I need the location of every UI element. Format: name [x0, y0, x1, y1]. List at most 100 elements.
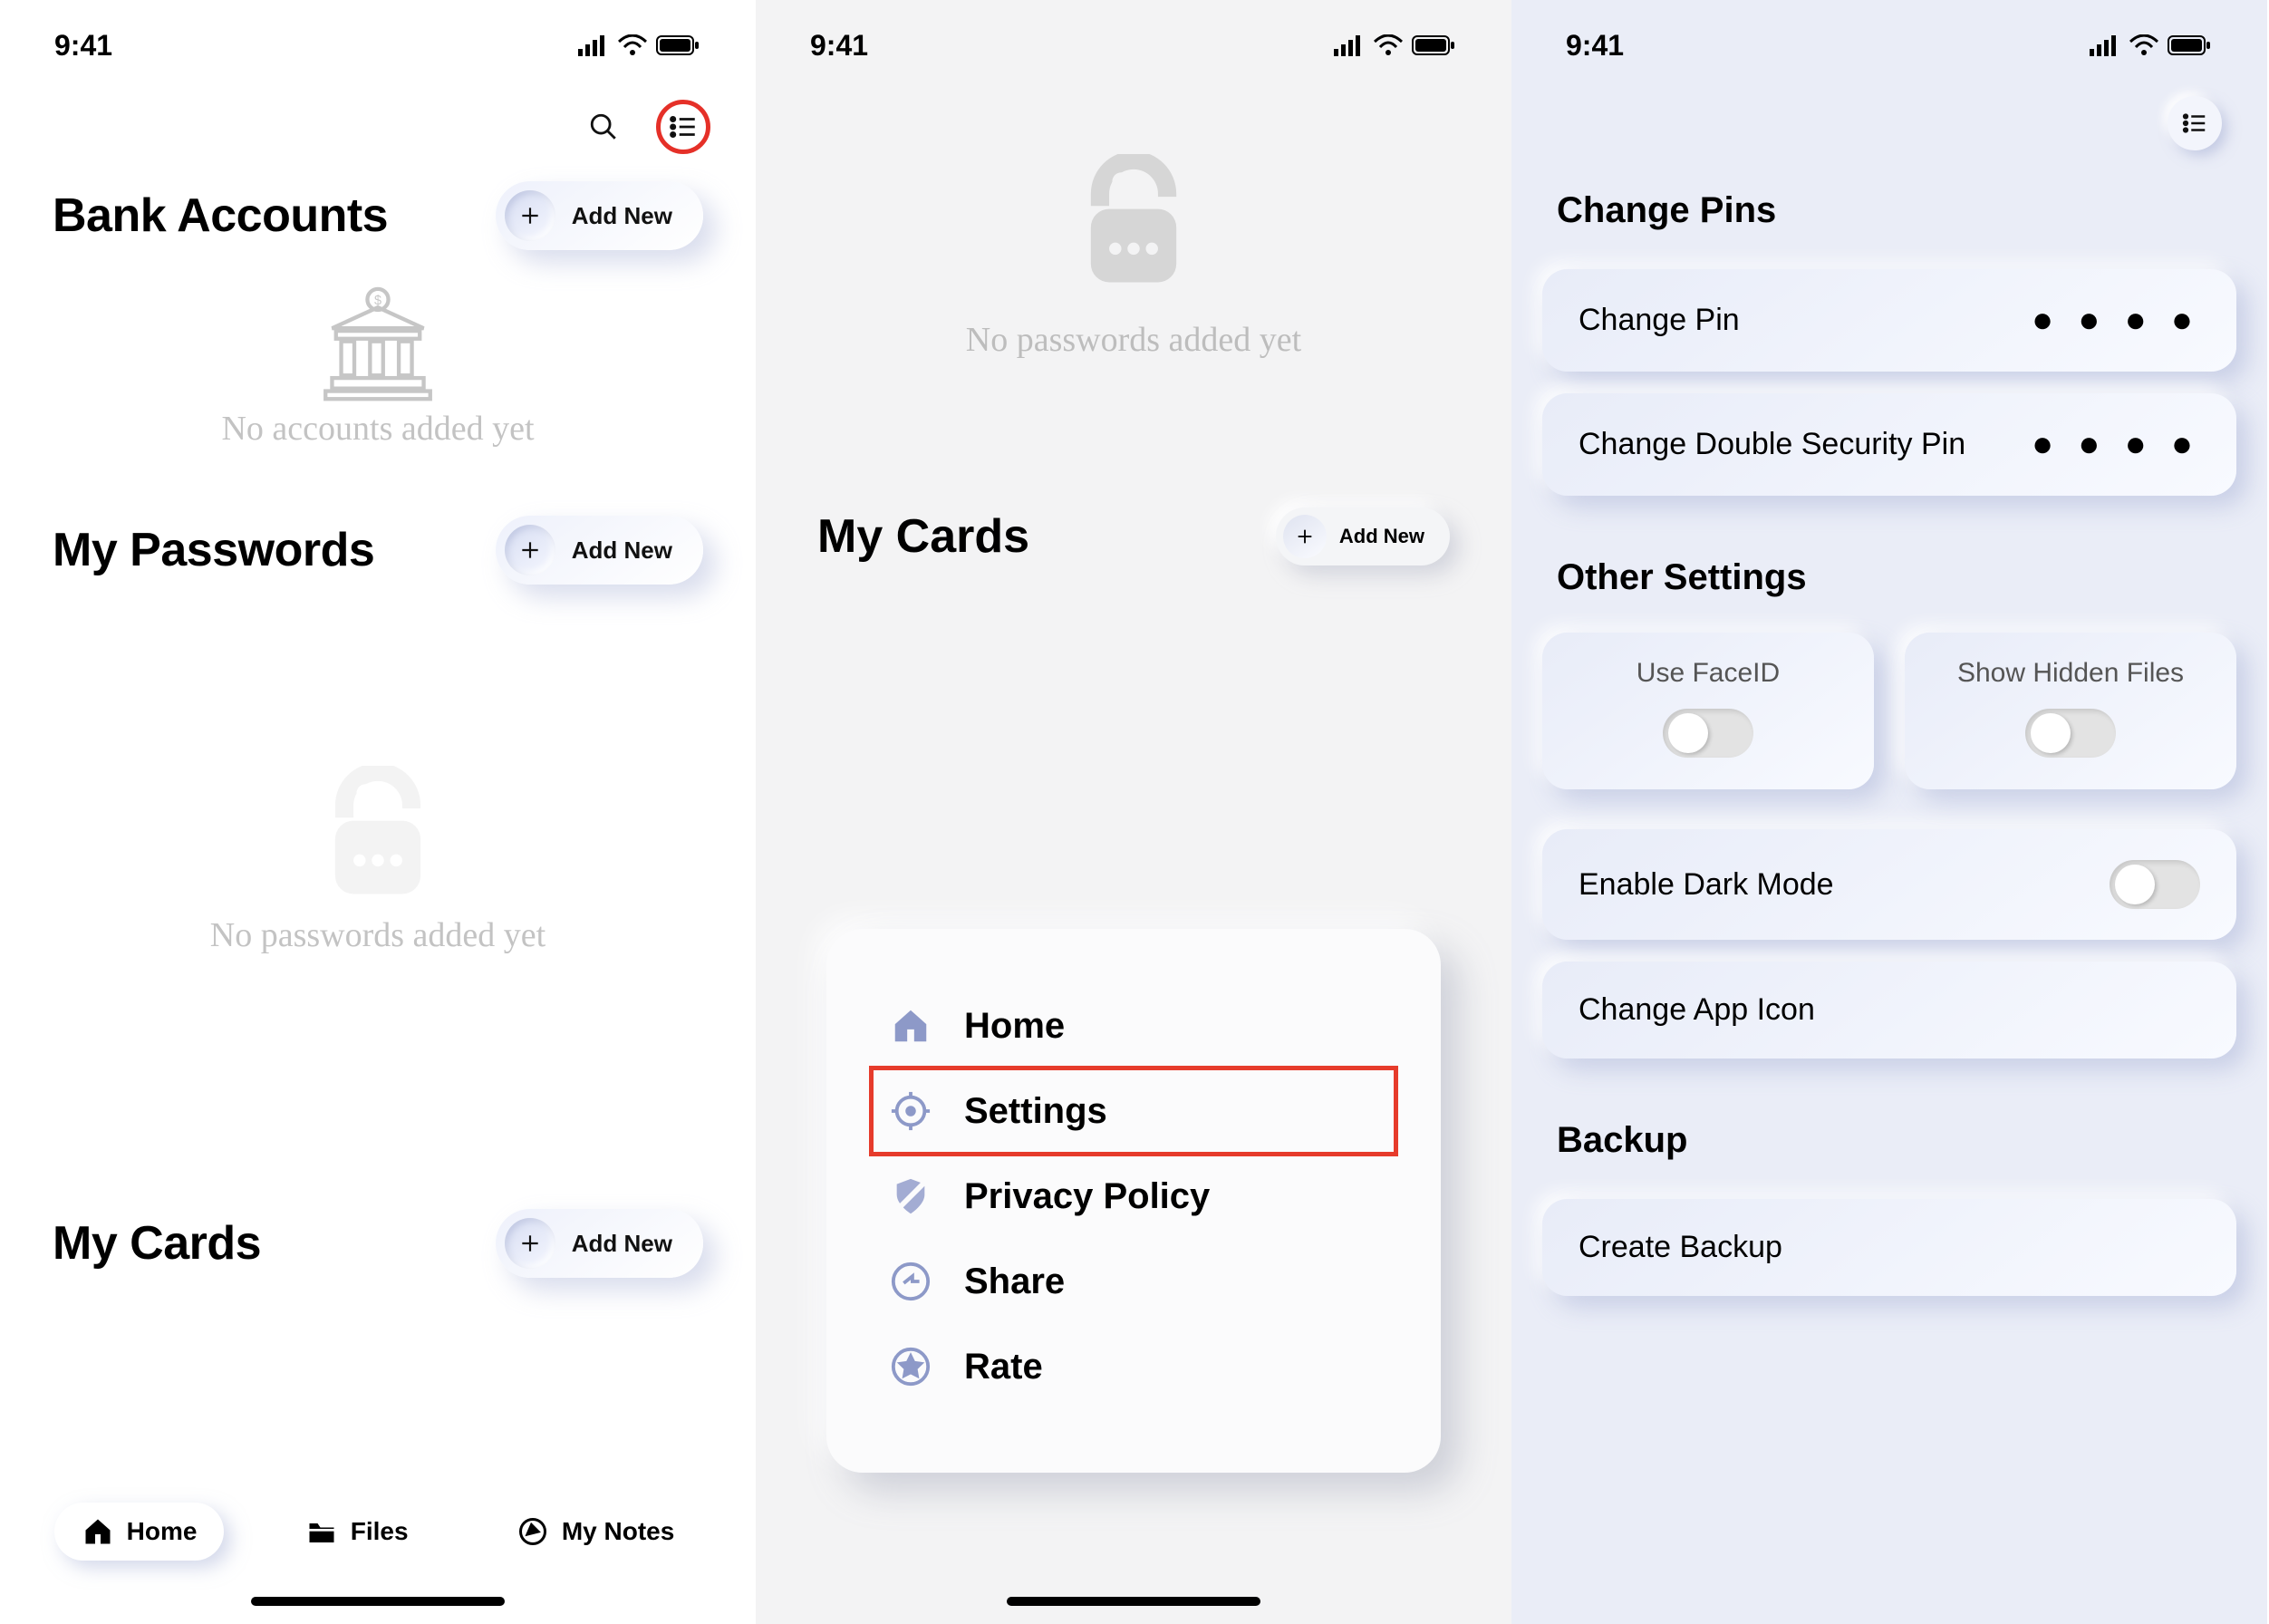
tab-label: Home — [127, 1517, 198, 1546]
status-indicators — [578, 34, 701, 56]
menu-label: Share — [964, 1262, 1065, 1302]
tab-notes[interactable]: My Notes — [489, 1503, 701, 1561]
gear-icon — [890, 1090, 932, 1132]
tab-label: My Notes — [562, 1517, 674, 1546]
add-label: Add New — [572, 202, 672, 230]
row-label: Enable Dark Mode — [1579, 867, 1834, 903]
section-passwords: My Passwords Add New — [0, 516, 756, 585]
menu-label: Privacy Policy — [964, 1176, 1210, 1217]
section-title-pins: Change Pins — [1511, 150, 2267, 247]
menu-share[interactable]: Share — [872, 1239, 1395, 1324]
status-time: 9:41 — [1566, 29, 1624, 63]
section-cards-bg: My Cards Add New — [756, 508, 1511, 566]
empty-passwords: No passwords added yet — [0, 585, 756, 982]
battery-icon — [2168, 34, 2213, 56]
tile-label: Show Hidden Files — [1923, 658, 2218, 689]
home-indicator — [1007, 1597, 1260, 1606]
section-cards: My Cards Add New — [0, 1209, 756, 1278]
menu-icon[interactable] — [2168, 96, 2222, 150]
menu-privacy[interactable]: Privacy Policy — [872, 1154, 1395, 1239]
star-icon — [890, 1346, 932, 1387]
status-bar: 9:41 — [0, 0, 756, 72]
menu-label: Rate — [964, 1347, 1043, 1387]
plus-icon — [505, 1218, 555, 1269]
status-bar: 9:41 — [1511, 0, 2267, 72]
empty-bank-text: No accounts added yet — [0, 409, 756, 449]
row-label: Change Double Security Pin — [1579, 427, 1965, 462]
row-app-icon[interactable]: Change App Icon — [1542, 962, 2236, 1058]
section-title-backup: Backup — [1511, 1080, 2267, 1177]
battery-icon — [656, 34, 701, 56]
wifi-icon — [618, 34, 647, 56]
notes-icon — [517, 1515, 549, 1548]
add-label: Add New — [572, 536, 672, 565]
dark-mode-toggle[interactable] — [2110, 860, 2200, 909]
wifi-icon — [1374, 34, 1403, 56]
menu-label: Home — [964, 1006, 1065, 1047]
section-title: My Passwords — [53, 523, 374, 577]
tile-label: Use FaceID — [1560, 658, 1856, 689]
tile-hidden-files[interactable]: Show Hidden Files — [1905, 633, 2236, 789]
tab-home[interactable]: Home — [54, 1503, 225, 1561]
menu-rate[interactable]: Rate — [872, 1324, 1395, 1409]
signal-icon — [2090, 34, 2120, 56]
status-time: 9:41 — [54, 29, 112, 63]
section-title: My Cards — [817, 509, 1029, 564]
home-icon — [82, 1515, 114, 1548]
menu-icon[interactable] — [656, 100, 710, 154]
add-bank-button[interactable]: Add New — [496, 181, 703, 250]
row-dark-mode[interactable]: Enable Dark Mode — [1542, 829, 2236, 940]
home-icon — [890, 1005, 932, 1047]
home-indicator — [251, 1597, 505, 1606]
tile-faceid[interactable]: Use FaceID — [1542, 633, 1874, 789]
pin-mask: ● ● ● ● — [2032, 300, 2200, 341]
faceid-toggle[interactable] — [1663, 709, 1753, 758]
shield-icon — [890, 1175, 932, 1217]
lock-icon — [301, 766, 455, 911]
section-title-other: Other Settings — [1511, 517, 2267, 614]
pin-mask: ● ● ● ● — [2032, 424, 2200, 465]
menu-label: Settings — [964, 1091, 1107, 1132]
signal-icon — [578, 34, 609, 56]
battery-icon — [1412, 34, 1457, 56]
folder-icon — [305, 1515, 338, 1548]
section-title: Bank Accounts — [53, 188, 388, 243]
tab-label: Files — [351, 1517, 409, 1546]
popup-menu: Home Settings Privacy Policy Share Rate — [826, 929, 1441, 1473]
section-title: My Cards — [53, 1216, 261, 1271]
row-label: Create Backup — [1579, 1230, 1782, 1265]
row-change-pin[interactable]: Change Pin ● ● ● ● — [1542, 269, 2236, 372]
lock-icon — [1057, 154, 1211, 299]
status-bar: 9:41 — [756, 0, 1511, 72]
add-card-button[interactable]: Add New — [496, 1209, 703, 1278]
plus-icon — [505, 525, 555, 575]
add-card-button-bg[interactable]: Add New — [1276, 508, 1450, 566]
screen-settings: 9:41 Change Pins Change Pin ● ● ● ● Chan… — [1511, 0, 2267, 1624]
row-label: Change Pin — [1579, 303, 1740, 338]
wifi-icon — [2129, 34, 2158, 56]
plus-icon — [1283, 515, 1327, 558]
menu-home[interactable]: Home — [872, 983, 1395, 1068]
menu-settings[interactable]: Settings — [872, 1068, 1395, 1154]
row-create-backup[interactable]: Create Backup — [1542, 1199, 2236, 1296]
tab-bar: Home Files My Notes — [0, 1503, 756, 1561]
empty-passwords-bg: No passwords added yet — [756, 72, 1511, 360]
empty-bank: $ No accounts added yet — [0, 250, 756, 476]
status-time: 9:41 — [810, 29, 868, 63]
section-bank-accounts: Bank Accounts Add New — [0, 181, 756, 250]
screen-home: 9:41 Bank Accounts Add New $ No accounts… — [0, 0, 756, 1624]
add-password-button[interactable]: Add New — [496, 516, 703, 585]
hidden-files-toggle[interactable] — [2025, 709, 2116, 758]
tab-files[interactable]: Files — [278, 1503, 436, 1561]
signal-icon — [1334, 34, 1365, 56]
row-label: Change App Icon — [1579, 992, 1815, 1028]
empty-passwords-text: No passwords added yet — [0, 915, 756, 955]
empty-passwords-text-bg: No passwords added yet — [756, 320, 1511, 360]
status-indicators — [2090, 34, 2213, 56]
add-label: Add New — [1339, 525, 1424, 548]
share-icon — [890, 1261, 932, 1302]
search-icon[interactable] — [576, 100, 631, 154]
add-label: Add New — [572, 1230, 672, 1258]
bank-icon: $ — [310, 286, 446, 404]
row-change-double-pin[interactable]: Change Double Security Pin ● ● ● ● — [1542, 393, 2236, 496]
